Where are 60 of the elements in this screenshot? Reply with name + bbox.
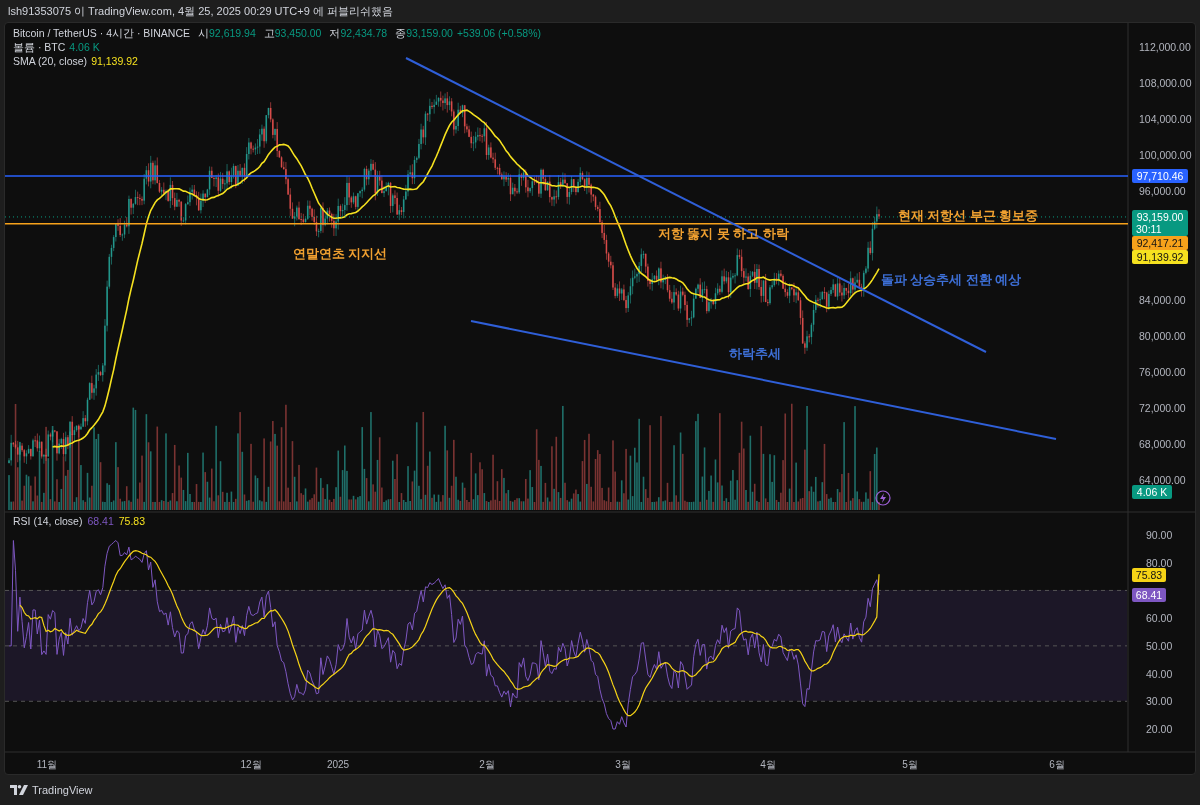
rsi-axis-label: 40.00	[1146, 667, 1173, 680]
price-tag: 4.06 K	[1132, 485, 1172, 499]
price-axis-label: 112,000.00	[1139, 41, 1191, 53]
support-line[interactable]	[5, 222, 1129, 225]
time-axis-label: 2025	[326, 759, 350, 770]
ohlc-value: 92,619.94	[209, 26, 256, 40]
price-axis-label: 80,000.00	[1139, 329, 1186, 342]
sma-label[interactable]: SMA (20, close)	[13, 54, 88, 68]
time-axis-label: 11월	[36, 759, 58, 770]
price-axis-label: 100,000.00	[1139, 149, 1192, 162]
chart-annotation[interactable]: 연말연초 지지선	[293, 247, 388, 261]
trend-line[interactable]	[470, 320, 1057, 440]
brand-name: TradingView	[32, 784, 93, 796]
price-axis-label: 72,000.00	[1139, 401, 1186, 414]
rsi-axis-label: 50.00	[1146, 639, 1173, 652]
rsi-label[interactable]: RSI (14, close)	[13, 515, 83, 527]
sma-value: 91,139.92	[91, 54, 138, 68]
rsi-value: 68.41	[87, 515, 114, 527]
symbol-title[interactable]: Bitcoin / TetherUS · 4시간 · BINANCE	[13, 26, 191, 40]
price-tag: 92,417.21	[1132, 236, 1188, 250]
rsi-axis-label: 80.00	[1146, 556, 1173, 569]
price-tag: 93,159.00 30:11	[1132, 210, 1188, 236]
logo-icon	[10, 785, 28, 795]
rsi-axis-label: 30.00	[1146, 695, 1173, 708]
volume-label[interactable]: 볼륨 · BTC	[13, 40, 66, 54]
price-axis-label: 68,000.00	[1139, 437, 1186, 450]
ohlc-label: 고	[263, 26, 275, 40]
chart-annotation[interactable]: 현재 저항선 부근 횡보중	[898, 209, 1039, 223]
rsi-tag: 75.83	[1132, 568, 1166, 582]
price-axis-label: 108,000.00	[1139, 77, 1192, 90]
time-axis-label: 4월	[760, 759, 776, 770]
lightning-icon[interactable]	[875, 490, 891, 506]
rsi-axis-label: 20.00	[1146, 723, 1173, 735]
publish-caption: lsh91353075 이 TradingView.com, 4월 25, 2025 00:29 UTC+9 에 퍼블리쉬했음	[7, 4, 394, 19]
rsi-tag: 68.41	[1132, 588, 1166, 602]
time-axis-label: 3월	[615, 759, 631, 770]
ohlc-value: 93,159.00	[406, 26, 453, 40]
volume-value: 4.06 K	[69, 40, 100, 54]
rsi-axis-label: 60.00	[1146, 612, 1173, 625]
ohlc-label: 시	[198, 26, 210, 40]
chart-annotation[interactable]: 돌파 상승추세 전환 예상	[881, 273, 1022, 287]
ohlc-label: 저	[329, 26, 341, 40]
ohlc-value: 92,434.78	[340, 26, 388, 40]
rsi-ma-value: 75.83	[118, 515, 145, 527]
price-axis-label: 84,000.00	[1139, 293, 1186, 306]
ohlc-value: 93,450.00	[274, 26, 322, 40]
time-axis-label: 6월	[1049, 759, 1065, 770]
time-axis-label: 5월	[902, 759, 918, 770]
ohlc-label: 종	[395, 26, 407, 40]
price-axis-label: 96,000.00	[1139, 185, 1186, 198]
price-tag: 97,710.46	[1132, 169, 1188, 183]
price-change: +539.06 (+0.58%)	[456, 26, 541, 40]
time-axis-label: 12월	[240, 759, 262, 770]
rsi-axis-label: 90.00	[1146, 529, 1173, 541]
price-tag: 91,139.92	[1132, 250, 1188, 264]
chart-annotation[interactable]: 하락추세	[729, 347, 781, 361]
price-axis-label: 76,000.00	[1139, 365, 1186, 378]
price-axis-label: 104,000.00	[1139, 113, 1192, 126]
price-axis-label: 64,000.00	[1139, 473, 1186, 486]
time-axis-label: 2월	[479, 759, 495, 770]
